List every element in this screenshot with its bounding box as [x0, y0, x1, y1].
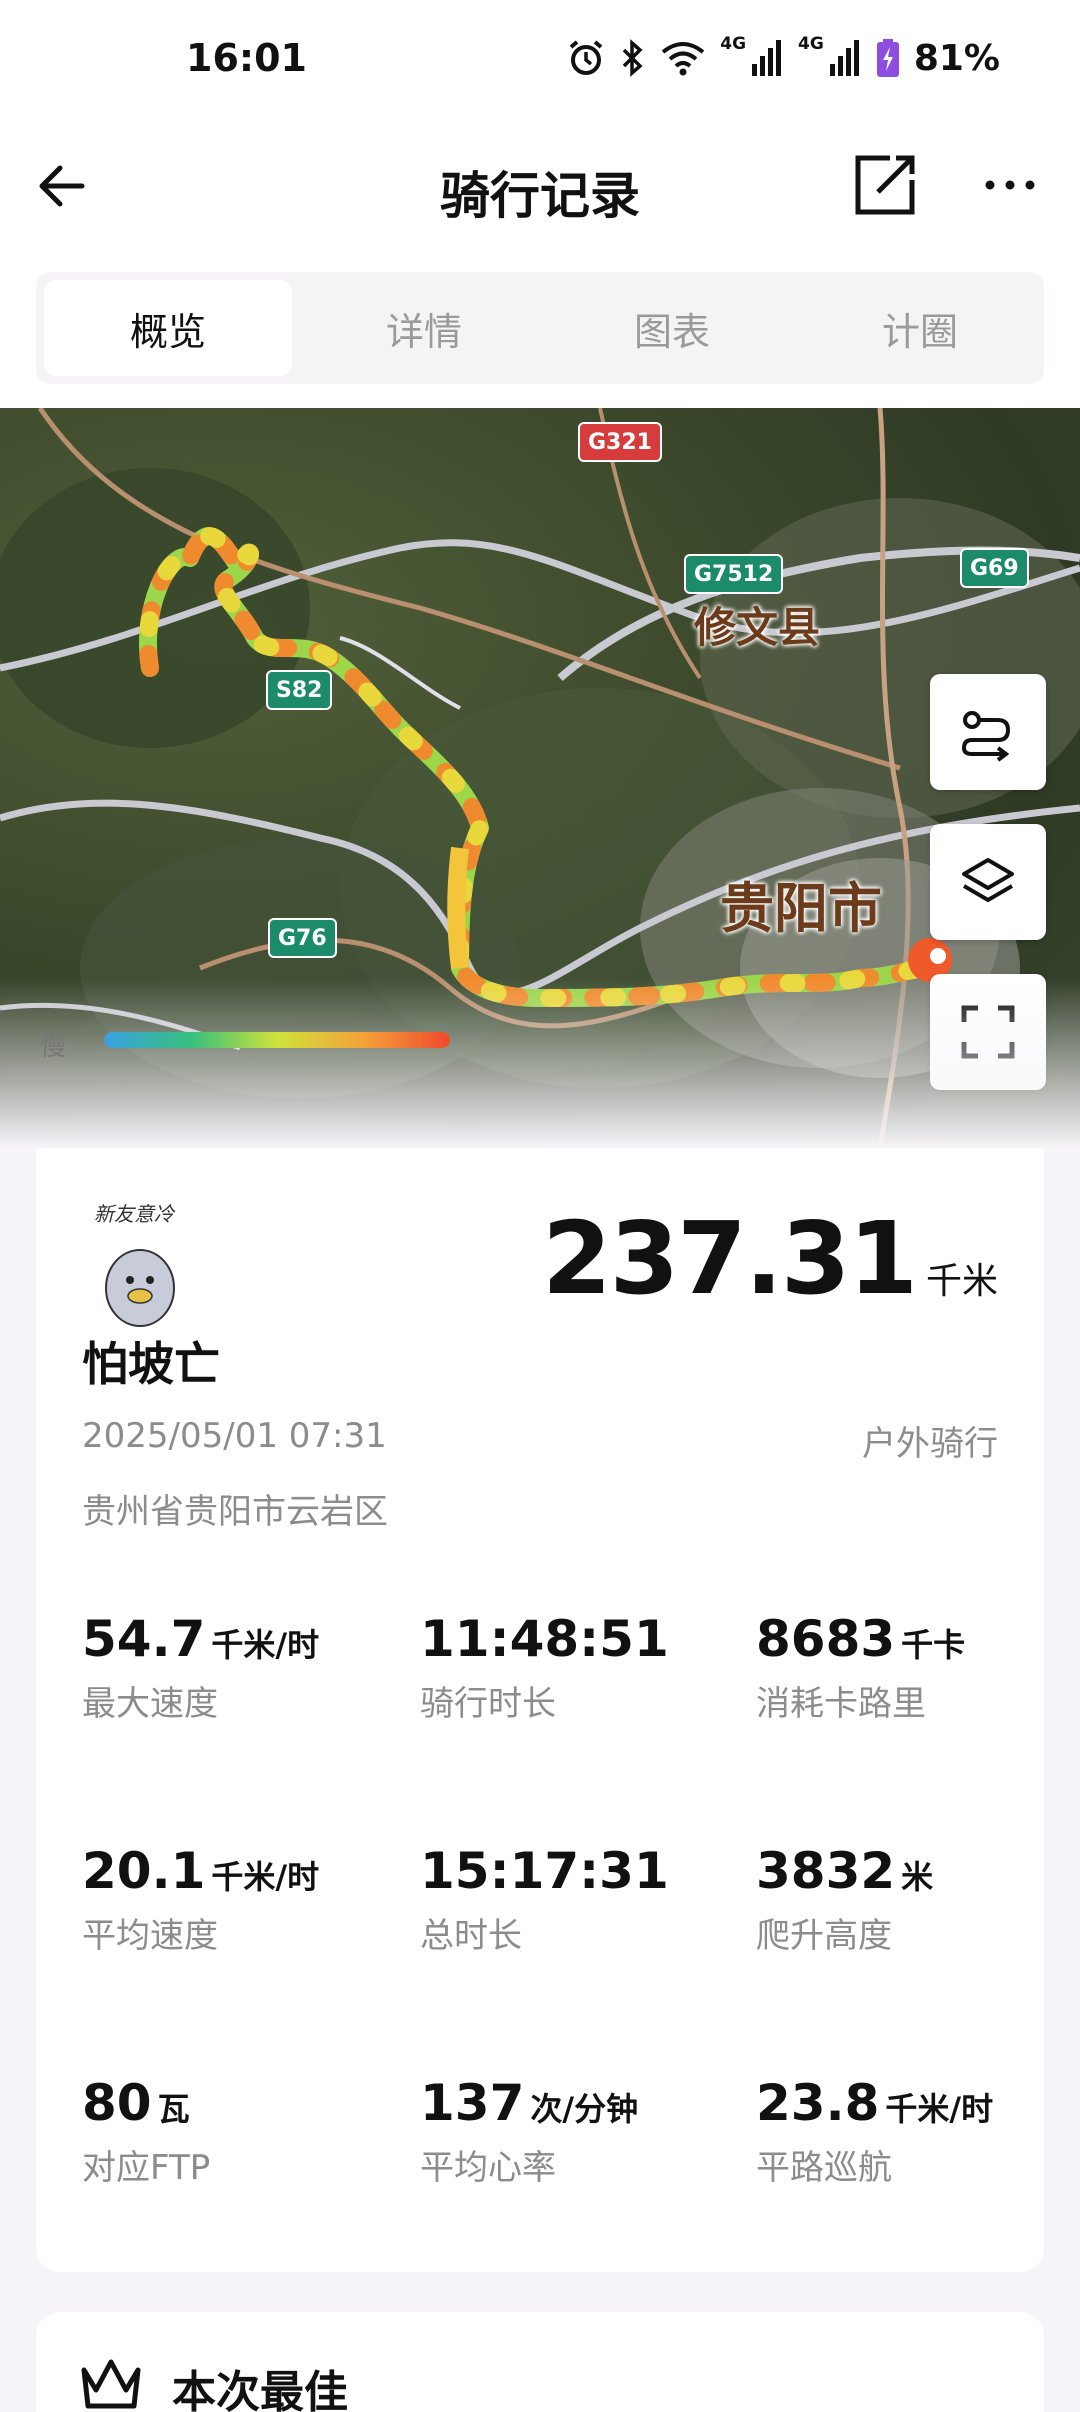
- app-header: 骑行记录: [0, 120, 1080, 250]
- stat-label: 平均速度: [82, 1916, 218, 1956]
- stat-calories: 8683 千卡 消耗卡路里: [756, 1610, 1080, 1725]
- stat-value: 15:17:31: [420, 1842, 669, 1900]
- layers-icon: [962, 858, 1014, 902]
- stat-label: 对应FTP: [82, 2148, 211, 2188]
- stat-label: 平均心率: [420, 2148, 556, 2188]
- best-title: 本次最佳: [172, 2367, 348, 2412]
- ride-datetime: 2025/05/01 07:31: [82, 1416, 387, 1456]
- alarm-icon: [566, 38, 606, 78]
- stat-value: 8683: [756, 1610, 896, 1668]
- activity-type: 户外骑行: [862, 1424, 998, 1464]
- username: 怕坡亡: [82, 1337, 220, 1391]
- tab-details[interactable]: 详情: [300, 272, 548, 384]
- stat-label: 骑行时长: [420, 1684, 556, 1724]
- stat-unit: 千米/时: [885, 2090, 994, 2128]
- tab-bar: 概览 详情 图表 计圈: [36, 272, 1044, 384]
- stat-label: 总时长: [420, 1916, 522, 1956]
- road-badge-s82: S82: [266, 670, 333, 710]
- edit-share-button[interactable]: [850, 150, 920, 220]
- distance-display: 237.31 千米: [542, 1200, 998, 1317]
- stat-flat-cruise: 23.8 千米/时 平路巡航: [756, 2074, 1080, 2189]
- stat-value: 3832: [756, 1842, 896, 1900]
- speed-legend-label: 慢: [40, 1032, 67, 1062]
- ride-location: 贵州省贵阳市云岩区: [82, 1492, 388, 1532]
- network-label-2: 4G: [798, 34, 824, 54]
- best-records-card[interactable]: 本次最佳: [36, 2312, 1044, 2412]
- stat-value: 11:48:51: [420, 1610, 669, 1668]
- stat-label: 消耗卡路里: [756, 1684, 926, 1724]
- route-icon: [961, 711, 1011, 762]
- stat-value: 23.8: [756, 2074, 880, 2132]
- bluetooth-icon: [620, 38, 646, 78]
- stat-avg-heart-rate: 137 次/分钟 平均心率: [420, 2074, 750, 2189]
- stat-label: 最大速度: [82, 1684, 218, 1724]
- stat-unit: 千米/时: [211, 1858, 320, 1896]
- road-badge-g321: G321: [578, 422, 662, 462]
- edit-share-icon: [855, 155, 915, 215]
- stat-elevation-gain: 3832 米 爬升高度: [756, 1842, 1080, 1957]
- place-label-xiuwen: 修文县: [694, 603, 821, 652]
- stat-avg-speed: 20.1 千米/时 平均速度: [82, 1842, 412, 1957]
- signal-icon-1: [750, 38, 784, 78]
- layers-button[interactable]: [930, 824, 1046, 940]
- place-label-guiyang: 贵阳市: [720, 877, 882, 940]
- stat-unit: 千米/时: [211, 1626, 320, 1664]
- network-label-1: 4G: [720, 34, 747, 54]
- battery-charging-icon: [876, 38, 900, 78]
- tab-charts[interactable]: 图表: [548, 272, 796, 384]
- route-map[interactable]: G321 G7512 G69 S82 G76 修文县 贵阳市 慢: [0, 408, 1080, 1148]
- stat-value: 54.7: [82, 1610, 206, 1668]
- stat-unit: 次/分钟: [530, 2090, 639, 2128]
- more-button[interactable]: [980, 160, 1040, 210]
- status-icons: 4G 4G 81%: [566, 34, 1000, 82]
- stat-ftp: 80 瓦 对应FTP: [82, 2074, 412, 2189]
- avatar-caption: 新友意冷: [94, 1202, 174, 1226]
- distance-unit: 千米: [925, 1261, 998, 1302]
- road-badge-g7512: G7512: [684, 554, 784, 594]
- stat-ride-time: 11:48:51 骑行时长: [420, 1610, 750, 1725]
- stat-value: 20.1: [82, 1842, 206, 1900]
- road-badge-g69: G69: [960, 548, 1029, 588]
- stat-label: 平路巡航: [756, 2148, 892, 2188]
- road-badge-g76: G76: [268, 918, 337, 958]
- status-bar: 16:01 4G 4G 81%: [0, 0, 1080, 120]
- tab-overview[interactable]: 概览: [44, 280, 292, 376]
- speed-legend-bar: [104, 1032, 450, 1048]
- more-dots-icon: [985, 180, 1035, 190]
- stat-unit: 瓦: [157, 2090, 190, 2128]
- stat-value: 137: [420, 2074, 525, 2132]
- distance-value: 237.31: [542, 1200, 918, 1317]
- wifi-icon: [660, 38, 706, 78]
- stat-max-speed: 54.7 千米/时 最大速度: [82, 1610, 412, 1725]
- stat-unit: 米: [901, 1858, 934, 1896]
- map-fade: [0, 978, 1080, 1148]
- stat-unit: 千卡: [901, 1626, 966, 1664]
- signal-icon-2: [828, 38, 862, 78]
- stat-total-time: 15:17:31 总时长: [420, 1842, 750, 1957]
- tab-laps[interactable]: 计圈: [796, 272, 1044, 384]
- tab-bar-wrapper: 概览 详情 图表 计圈: [0, 250, 1080, 408]
- battery-percent: 81%: [913, 37, 1000, 79]
- stat-value: 80: [82, 2074, 152, 2132]
- stat-label: 爬升高度: [756, 1916, 892, 1956]
- status-time: 16:01: [186, 36, 307, 80]
- route-toggle-button[interactable]: [930, 674, 1046, 790]
- ride-summary-card: 新友意冷 237.31 千米 怕坡亡 2025/05/01 07:31 户外骑行…: [36, 1148, 1044, 2272]
- crown-icon: [81, 2359, 141, 2409]
